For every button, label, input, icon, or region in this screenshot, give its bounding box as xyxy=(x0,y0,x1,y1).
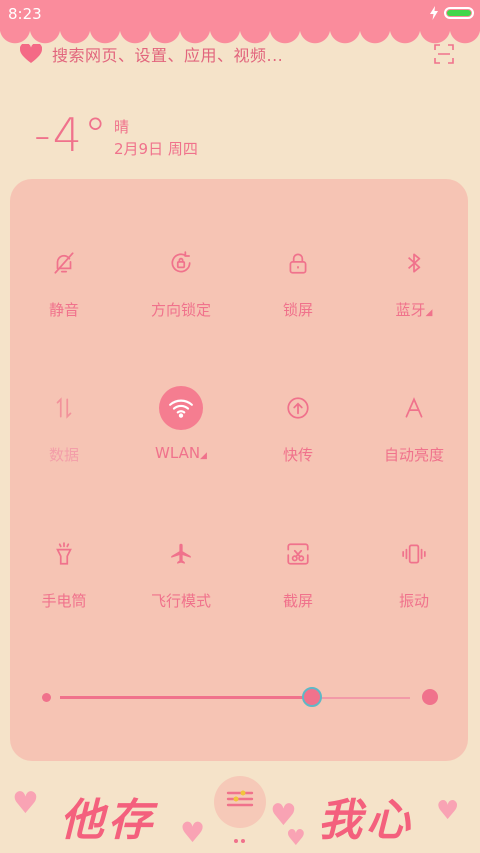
toggle-silent[interactable]: 静音 xyxy=(6,241,122,320)
toggle-auto-brightness[interactable]: 自动亮度 xyxy=(356,386,472,465)
toggle-bluetooth[interactable]: 蓝牙◢ xyxy=(356,241,472,320)
wallpaper-text-left: 他存 xyxy=(60,795,156,846)
toggle-label: 静音 xyxy=(48,301,79,319)
toggle-data[interactable]: 数据 xyxy=(6,386,122,465)
heart-icon xyxy=(20,44,42,63)
bluetooth-icon xyxy=(392,241,436,285)
toggle-flashlight[interactable]: 手电筒 xyxy=(6,532,122,611)
upload-circle-icon xyxy=(276,386,320,430)
weather-date: 2月9日 周四 xyxy=(114,140,198,158)
heart-icon: ♥ xyxy=(180,816,206,849)
toggle-label: 快传 xyxy=(282,446,313,464)
toggle-label: 蓝牙◢ xyxy=(395,301,433,319)
status-bar: 8:23 xyxy=(0,0,480,28)
brightness-min-icon xyxy=(42,693,51,702)
battery-fill xyxy=(447,10,471,16)
temperature: -4° xyxy=(34,108,109,162)
toggle-quick-transfer[interactable]: 快传 xyxy=(240,386,356,465)
menu-indicator-icon: ◢ xyxy=(425,308,433,318)
brightness-fill xyxy=(60,696,312,699)
airplane-icon xyxy=(159,532,203,576)
brightness-max-icon xyxy=(422,689,438,705)
toggle-screenshot[interactable]: 截屏 xyxy=(240,532,356,611)
toggle-label: 振动 xyxy=(398,592,429,610)
charging-icon xyxy=(430,6,438,20)
settings-menu-button[interactable] xyxy=(214,776,266,843)
scan-icon[interactable] xyxy=(434,44,454,64)
search-bar[interactable]: 搜索网页、设置、应用、视频... xyxy=(20,42,460,66)
auto-brightness-icon xyxy=(392,386,436,430)
vibrate-icon xyxy=(392,532,436,576)
wallpaper-decoration: ♥ ♥ ♥ ♥ ♥ 他存 我心 xyxy=(0,762,480,853)
toggle-rotation-lock[interactable]: 方向锁定 xyxy=(123,241,239,320)
flashlight-icon xyxy=(42,532,86,576)
heart-icon: ♥ xyxy=(286,826,306,851)
data-arrows-icon xyxy=(42,386,86,430)
toggle-label: 数据 xyxy=(48,446,79,464)
heart-icon: ♥ xyxy=(12,786,39,821)
status-time: 8:23 xyxy=(8,5,42,23)
menu-indicator-icon: ◢ xyxy=(200,451,207,461)
toggle-label: 锁屏 xyxy=(282,301,313,319)
wallpaper-text-right: 我心 xyxy=(318,795,414,846)
heart-icon: ♥ xyxy=(436,796,460,826)
toggle-wlan[interactable]: WLAN◢ xyxy=(123,386,239,462)
toggle-label: 飞行模式 xyxy=(150,592,211,610)
toggle-lock-screen[interactable]: 锁屏 xyxy=(240,241,356,320)
rotation-lock-icon xyxy=(159,241,203,285)
brightness-thumb[interactable] xyxy=(302,687,322,707)
toggle-label: 自动亮度 xyxy=(383,446,444,464)
brightness-slider[interactable] xyxy=(40,686,440,710)
bell-off-icon xyxy=(42,241,86,285)
toggle-label: 截屏 xyxy=(282,592,313,610)
toggle-label: WLAN◢ xyxy=(155,444,207,462)
toggle-label: 手电筒 xyxy=(41,592,87,610)
status-icons xyxy=(430,6,474,20)
search-input[interactable]: 搜索网页、设置、应用、视频... xyxy=(52,42,283,66)
lock-icon xyxy=(276,241,320,285)
page-indicator xyxy=(234,828,245,847)
toggle-airplane-mode[interactable]: 飞行模式 xyxy=(123,532,239,611)
battery-icon xyxy=(444,7,474,19)
wifi-icon xyxy=(159,386,203,430)
screenshot-icon xyxy=(276,532,320,576)
toggle-vibrate[interactable]: 振动 xyxy=(356,532,472,611)
toggle-label: 方向锁定 xyxy=(150,301,211,319)
weather-condition: 晴 xyxy=(114,118,130,136)
sliders-icon xyxy=(226,790,254,807)
